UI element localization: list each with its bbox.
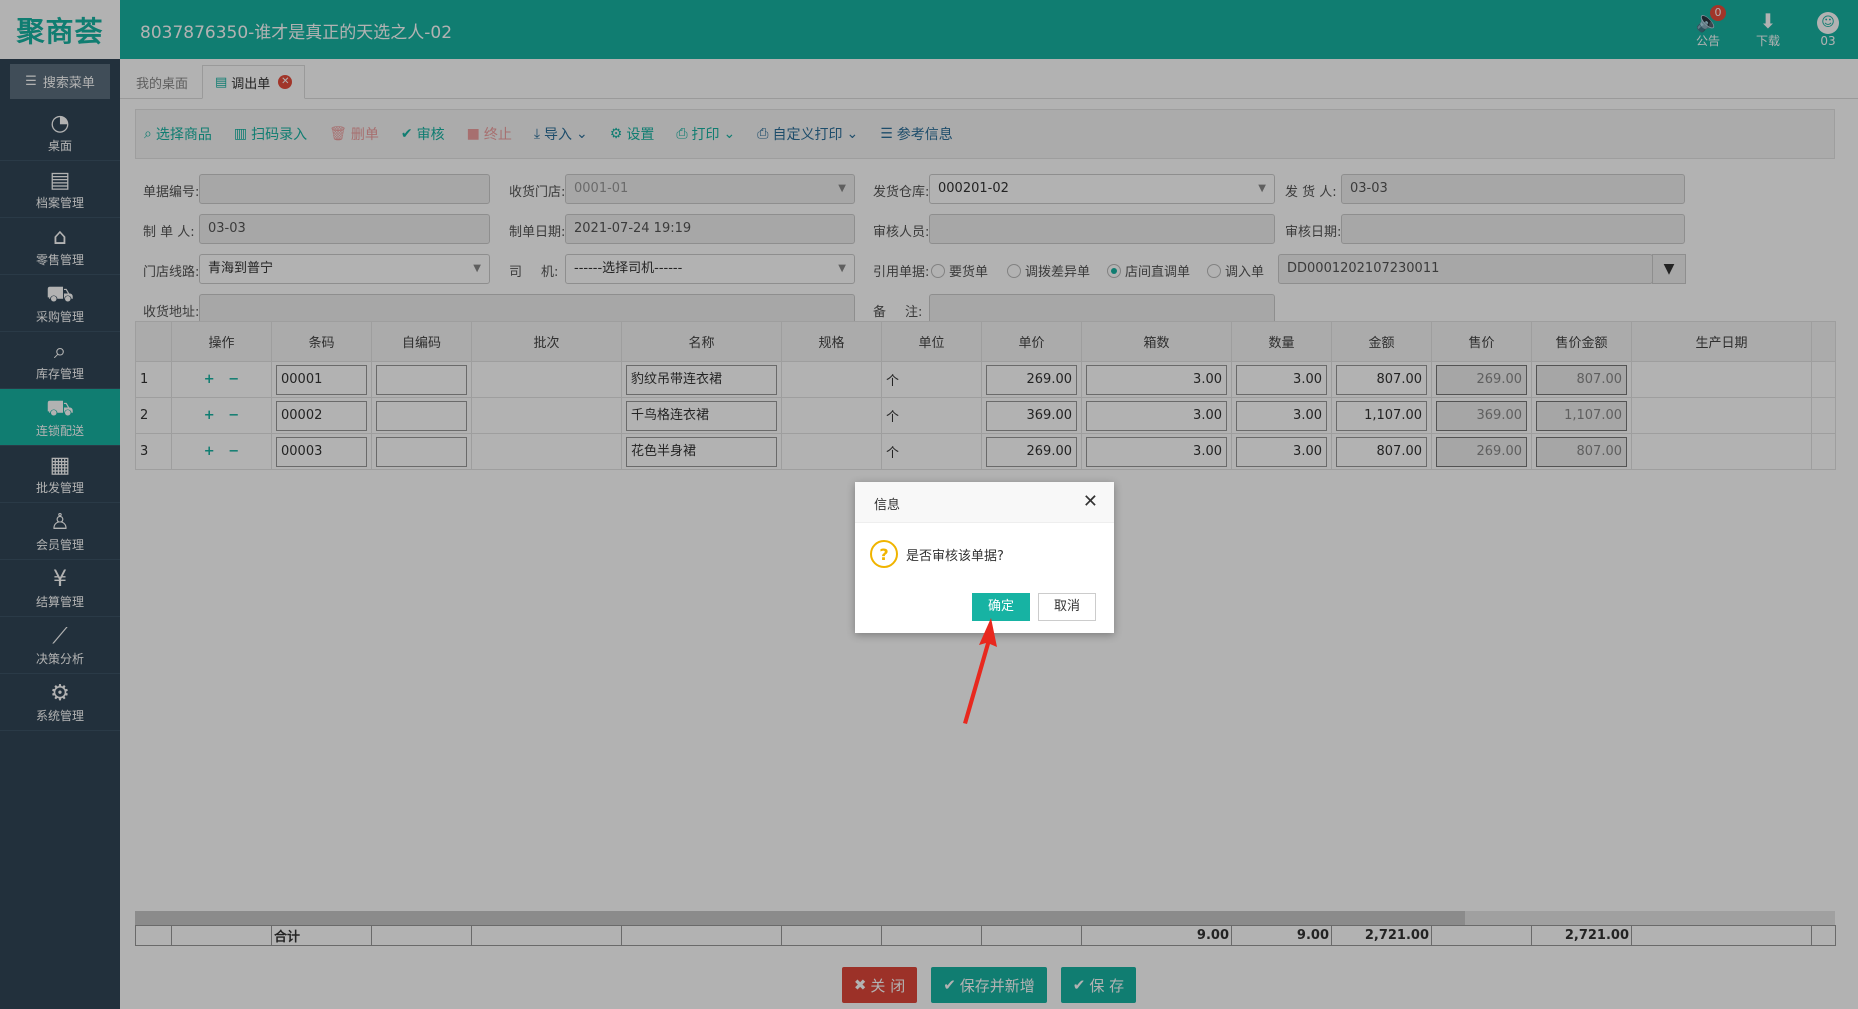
question-icon: ? bbox=[870, 540, 898, 568]
dialog-message: 是否审核该单据? bbox=[906, 548, 1004, 564]
annotation-arrow bbox=[963, 618, 997, 724]
arrow-shape bbox=[963, 618, 997, 724]
dialog-body: ? 是否审核该单据? bbox=[870, 540, 1004, 568]
dialog-title: 信息 bbox=[874, 498, 901, 513]
confirm-dialog: 信息 ✕ ? 是否审核该单据? 确定 取消 bbox=[855, 482, 1114, 633]
dialog-header: 信息 ✕ bbox=[855, 482, 1114, 523]
close-icon[interactable]: ✕ bbox=[1083, 491, 1098, 512]
cancel-button[interactable]: 取消 bbox=[1037, 593, 1096, 621]
